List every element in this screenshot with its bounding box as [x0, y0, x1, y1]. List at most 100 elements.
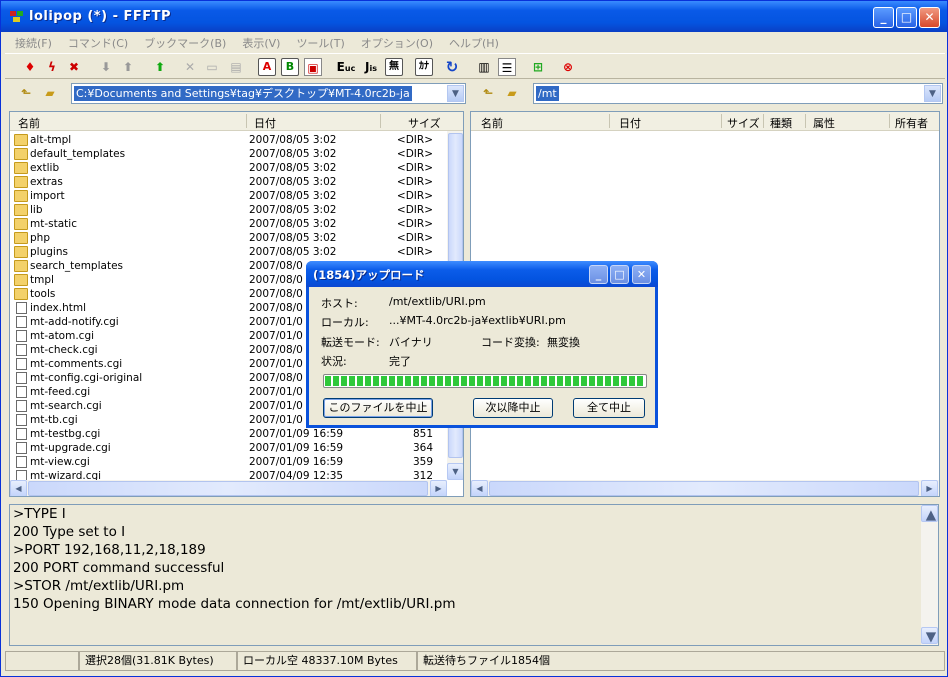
remote-column-name[interactable]: 名前 — [481, 115, 503, 131]
dialog-minimize-icon[interactable]: _ — [589, 265, 608, 284]
menu-options[interactable]: オプション(O) — [351, 33, 439, 51]
detail-view-icon[interactable]: ☰ — [498, 58, 516, 76]
folder-icon — [14, 204, 28, 216]
remote-open-folder-icon[interactable]: ▰ — [503, 84, 521, 102]
remote-column-owner[interactable]: 所有者 — [895, 115, 928, 131]
file-size: 364 — [412, 442, 433, 454]
remote-column-date[interactable]: 日付 — [619, 115, 641, 131]
auto-mode-icon[interactable]: ▣ — [304, 58, 322, 76]
list-item[interactable]: alt-tmpl 2007/08/05 3:02 <DIR> — [10, 133, 440, 147]
close-icon[interactable]: ✕ — [919, 7, 940, 28]
minimize-icon[interactable]: _ — [873, 7, 894, 28]
local-label: ローカル: — [321, 316, 369, 329]
tree-icon[interactable]: ⊞ — [529, 58, 547, 76]
folder-icon — [14, 218, 28, 230]
column-date[interactable]: 日付 — [254, 115, 276, 131]
no-convert-icon[interactable]: 無 — [385, 58, 403, 76]
file-name: extlib — [30, 162, 60, 174]
remote-scroll-left-icon[interactable]: ◀ — [471, 480, 488, 496]
file-name: mt-atom.cgi — [30, 330, 95, 342]
file-date: 2007/08/05 3:02 — [249, 218, 337, 230]
up-folder-icon[interactable]: ⬑ — [17, 84, 35, 102]
remote-path-text: /mt — [536, 86, 559, 101]
binary-mode-icon[interactable]: B — [281, 58, 299, 76]
remote-path-input[interactable]: /mt ▼ — [533, 83, 943, 104]
progress-fill — [325, 376, 645, 386]
remote-column-kind[interactable]: 種類 — [770, 115, 792, 131]
local-hscroll-thumb[interactable] — [28, 481, 428, 496]
open-folder-icon[interactable]: ▰ — [41, 84, 59, 102]
quick-connect-icon[interactable]: ϟ — [43, 58, 61, 76]
remote-hscroll-thumb[interactable] — [489, 481, 919, 496]
mkdir-icon[interactable]: ▤ — [227, 58, 245, 76]
scroll-right-icon[interactable]: ▶ — [430, 480, 447, 496]
kana-icon[interactable]: ｶﾅ — [415, 58, 433, 76]
stop-icon[interactable]: ⊗ — [559, 58, 577, 76]
dialog-maximize-icon[interactable]: □ — [610, 265, 629, 284]
dialog-title: (1854)アップロード — [313, 268, 425, 282]
mirror-upload-icon[interactable]: ⬆ — [151, 58, 169, 76]
log-scroll-up-icon[interactable]: ▲ — [921, 505, 938, 523]
upload-icon[interactable]: ⬆ — [119, 58, 137, 76]
dialog-close-icon[interactable]: ✕ — [632, 265, 651, 284]
file-date: 2007/08/0 — [249, 274, 303, 286]
list-item[interactable]: extlib 2007/08/05 3:02 <DIR> — [10, 161, 440, 175]
column-name[interactable]: 名前 — [18, 115, 40, 131]
list-item[interactable]: default_templates 2007/08/05 3:02 <DIR> — [10, 147, 440, 161]
cancel-next-button[interactable]: 次以降中止 — [473, 398, 553, 418]
folder-icon — [14, 190, 28, 202]
download-icon[interactable]: ⬇ — [97, 58, 115, 76]
file-name: mt-feed.cgi — [30, 386, 91, 398]
chevron-down-icon[interactable]: ▼ — [447, 85, 464, 102]
list-item[interactable]: lib 2007/08/05 3:02 <DIR> — [10, 203, 440, 217]
list-item[interactable]: plugins 2007/08/05 3:02 <DIR> — [10, 245, 440, 259]
cancel-file-button[interactable]: このファイルを中止 — [323, 398, 433, 418]
maximize-icon[interactable]: □ — [896, 7, 917, 28]
delete-icon[interactable]: ✕ — [181, 58, 199, 76]
menu-help[interactable]: ヘルプ(H) — [439, 33, 505, 51]
file-date: 2007/08/0 — [249, 260, 303, 272]
file-name: index.html — [30, 302, 86, 314]
refresh-icon[interactable]: ↻ — [443, 58, 461, 76]
remote-chevron-down-icon[interactable]: ▼ — [924, 85, 941, 102]
remote-up-folder-icon[interactable]: ⬑ — [479, 84, 497, 102]
list-item[interactable]: mt-testbg.cgi 2007/01/09 16:59 851 — [10, 427, 440, 441]
remote-scroll-right-icon[interactable]: ▶ — [921, 480, 938, 496]
list-item[interactable]: mt-static 2007/08/05 3:02 <DIR> — [10, 217, 440, 231]
remote-hscroll[interactable]: ◀ ▶ — [471, 480, 939, 496]
file-date: 2007/01/0 — [249, 358, 303, 370]
file-date: 2007/08/05 3:02 — [249, 134, 337, 146]
local-hscroll[interactable]: ◀ ▶ — [10, 480, 447, 496]
log-vscroll[interactable]: ▲ ▼ — [921, 505, 938, 645]
app-window: lolipop (*) - FFFTP _ □ ✕ 接続(F) コマンド(C) ブッ… — [0, 0, 948, 677]
disconnect-icon[interactable]: ✖ — [65, 58, 83, 76]
connect-icon[interactable]: ♦ — [21, 58, 39, 76]
rename-icon[interactable]: ▭ — [203, 58, 221, 76]
file-date: 2007/01/0 — [249, 316, 303, 328]
list-view-icon[interactable]: ▥ — [475, 58, 493, 76]
log-scroll-down-icon[interactable]: ▼ — [921, 627, 938, 645]
menu-bookmark[interactable]: ブックマーク(B) — [134, 33, 232, 51]
euc-icon[interactable]: Euc — [335, 58, 357, 76]
list-item[interactable]: extras 2007/08/05 3:02 <DIR> — [10, 175, 440, 189]
scroll-down-icon[interactable]: ▼ — [447, 463, 463, 480]
menu-command[interactable]: コマンド(C) — [58, 33, 134, 51]
list-item[interactable]: mt-view.cgi 2007/01/09 16:59 359 — [10, 455, 440, 469]
menu-view[interactable]: 表示(V) — [232, 33, 286, 51]
menu-tools[interactable]: ツール(T) — [286, 33, 350, 51]
file-icon — [16, 386, 27, 398]
jis-icon[interactable]: Jis — [360, 58, 382, 76]
folder-icon — [14, 176, 28, 188]
list-item[interactable]: import 2007/08/05 3:02 <DIR> — [10, 189, 440, 203]
jis-sub-label: is — [369, 64, 377, 73]
list-item[interactable]: mt-upgrade.cgi 2007/01/09 16:59 364 — [10, 441, 440, 455]
remote-column-size[interactable]: サイズ — [727, 115, 760, 131]
menu-connect[interactable]: 接続(F) — [5, 33, 58, 51]
cancel-all-button[interactable]: 全て中止 — [573, 398, 645, 418]
local-path-input[interactable]: C:¥Documents and Settings¥tag¥デスクトップ¥MT-… — [71, 83, 466, 104]
remote-column-attr[interactable]: 属性 — [813, 115, 835, 131]
scroll-left-icon[interactable]: ◀ — [10, 480, 27, 496]
ascii-mode-icon[interactable]: A — [258, 58, 276, 76]
column-size[interactable]: サイズ — [408, 115, 441, 131]
list-item[interactable]: php 2007/08/05 3:02 <DIR> — [10, 231, 440, 245]
